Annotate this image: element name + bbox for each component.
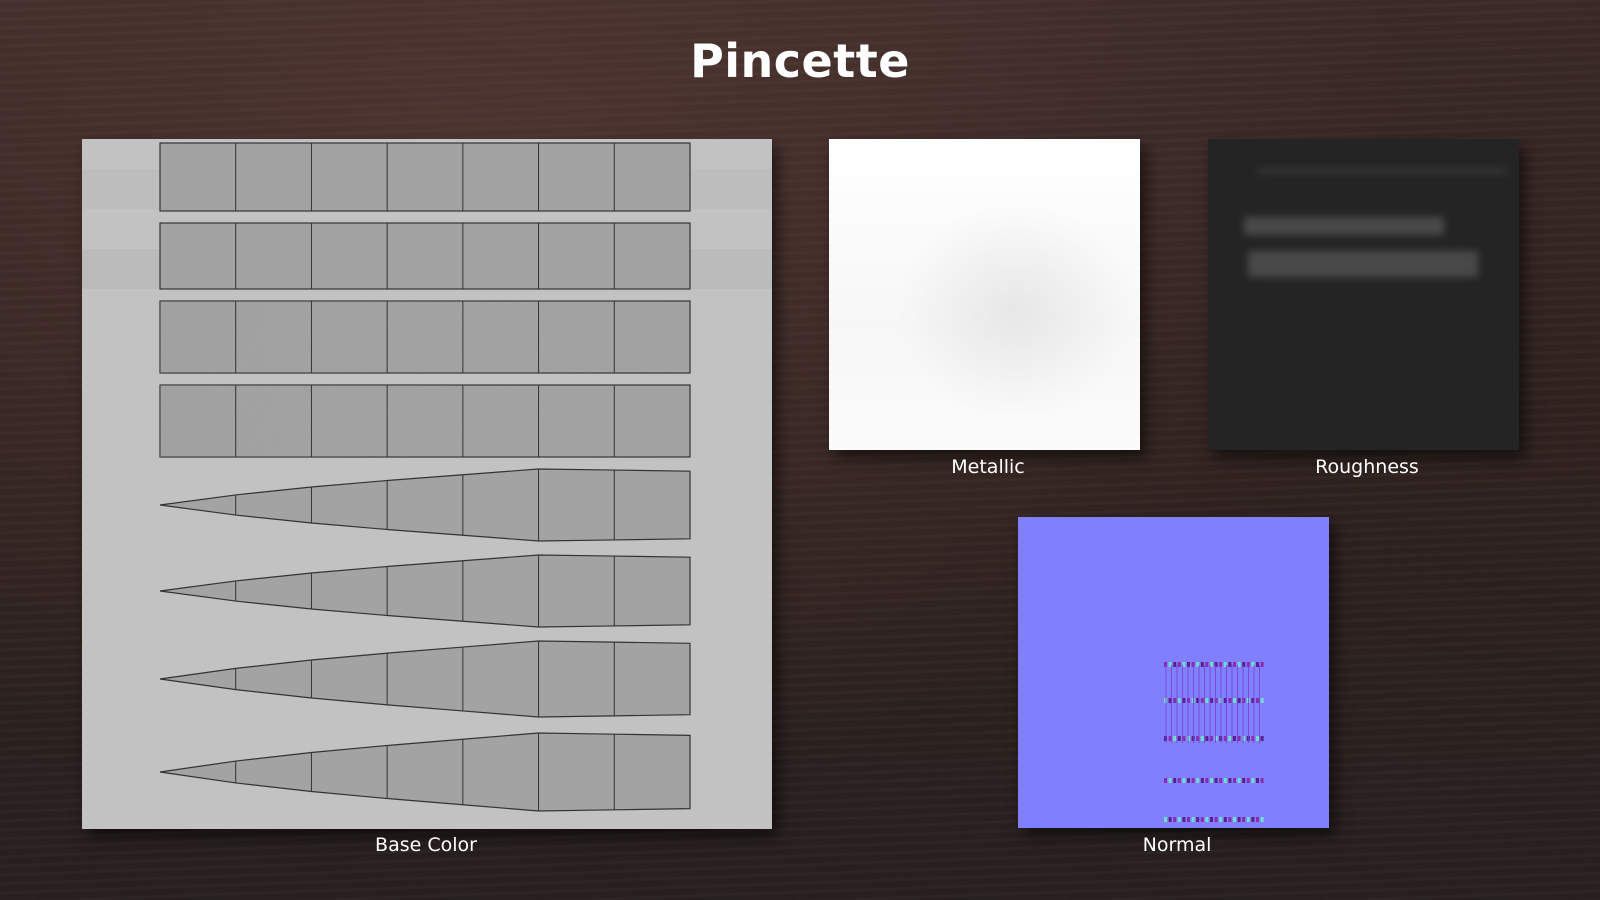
normal-detail-mark (1228, 662, 1232, 667)
normal-detail-mark (1223, 817, 1227, 822)
normal-detail-mark (1260, 817, 1264, 822)
metallic-texture (829, 139, 1140, 450)
normal-detail-mark (1173, 817, 1177, 822)
normal-detail-mark (1223, 778, 1227, 783)
normal-detail-mark (1228, 698, 1232, 703)
normal-detail-mark (1173, 662, 1177, 667)
normal-detail-mark (1242, 778, 1246, 783)
normal-detail-mark (1182, 817, 1186, 822)
normal-detail-mark (1256, 778, 1259, 783)
normal-detail-mark (1196, 817, 1200, 822)
normal-detail-mark (1242, 817, 1246, 822)
normal-detail-mark (1164, 778, 1167, 783)
normal-detail-mark (1214, 778, 1218, 783)
normal-detail-mark (1200, 662, 1204, 667)
normal-detail-mark (1260, 778, 1264, 783)
normal-detail-mark (1200, 778, 1204, 783)
base-color-label: Base Color (375, 834, 477, 856)
normal-detail-mark (1164, 817, 1167, 822)
roughness-highlight (1248, 251, 1478, 277)
normal-detail-mark (1260, 662, 1264, 667)
normal-detail-mark (1168, 817, 1172, 822)
normal-detail-mark (1200, 698, 1204, 703)
normal-detail-mark (1237, 817, 1241, 822)
normal-detail-mark (1237, 778, 1241, 783)
roughness-label: Roughness (1315, 456, 1419, 478)
roughness-texture (1208, 139, 1519, 450)
normal-detail-mark (1210, 817, 1213, 822)
normal-detail-mark (1205, 778, 1209, 783)
uv-strip-tapered (159, 468, 691, 542)
normal-detail-mark (1256, 736, 1259, 741)
normal-detail-mark (1246, 778, 1250, 783)
normal-detail-mark (1233, 736, 1236, 741)
normal-detail-mark (1233, 778, 1236, 783)
normal-label: Normal (1142, 834, 1212, 856)
uv-strip (159, 300, 691, 374)
normal-detail-mark (1228, 817, 1232, 822)
normal-detail-mark (1191, 817, 1195, 822)
normal-detail-mark (1187, 778, 1190, 783)
roughness-highlight (1258, 169, 1508, 173)
normal-detail-mark (1173, 698, 1177, 703)
normal-detail-mark (1177, 698, 1181, 703)
normal-detail-mark (1214, 817, 1218, 822)
uv-strip-tapered (159, 640, 691, 718)
normal-detail-mark (1182, 778, 1186, 783)
normal-detail-mark (1251, 778, 1255, 783)
base-color-texture (82, 139, 772, 829)
normal-detail-mark (1187, 817, 1190, 822)
normal-detail-mark (1173, 778, 1177, 783)
uv-strip (159, 222, 691, 290)
normal-detail-mark (1200, 736, 1204, 741)
uv-strip-tapered (159, 732, 691, 812)
normal-detail-mark (1205, 817, 1209, 822)
normal-detail-mark (1168, 778, 1172, 783)
normal-detail-mark (1205, 662, 1209, 667)
normal-detail-mark (1237, 662, 1241, 667)
normal-detail-mark (1196, 778, 1200, 783)
normal-detail-mark (1233, 662, 1236, 667)
normal-detail-mark (1177, 817, 1181, 822)
normal-detail-mark (1205, 698, 1209, 703)
normal-detail-mark (1237, 736, 1241, 741)
roughness-highlight (1244, 217, 1444, 235)
normal-detail-mark (1191, 778, 1195, 783)
normal-detail-mark (1205, 736, 1209, 741)
normal-detail-mark (1177, 778, 1181, 783)
normal-detail-mark (1256, 817, 1259, 822)
normal-detail-mark (1228, 736, 1232, 741)
normal-detail-mark (1177, 736, 1181, 741)
normal-detail-mark (1228, 778, 1232, 783)
normal-detail-mark (1219, 817, 1223, 822)
uv-strip (159, 384, 691, 458)
normal-detail-mark (1251, 817, 1255, 822)
uv-strip (159, 142, 691, 212)
page-title: Pincette (690, 34, 910, 88)
normal-detail-mark (1260, 698, 1264, 703)
normal-detail-mark (1237, 698, 1241, 703)
normal-detail-mark (1260, 736, 1264, 741)
normal-detail-mark (1246, 817, 1250, 822)
uv-strip-tapered (159, 554, 691, 628)
normal-detail-mark (1177, 662, 1181, 667)
normal-detail-mark (1256, 662, 1259, 667)
normal-detail-mark (1210, 778, 1213, 783)
normal-detail-mark (1219, 778, 1223, 783)
normal-detail-mark (1233, 698, 1236, 703)
normal-detail-mark (1233, 817, 1236, 822)
normal-detail-mark (1200, 817, 1204, 822)
normal-detail-mark (1256, 698, 1259, 703)
normal-detail-mark (1173, 736, 1177, 741)
metallic-label: Metallic (951, 456, 1025, 478)
normal-texture (1018, 517, 1329, 828)
